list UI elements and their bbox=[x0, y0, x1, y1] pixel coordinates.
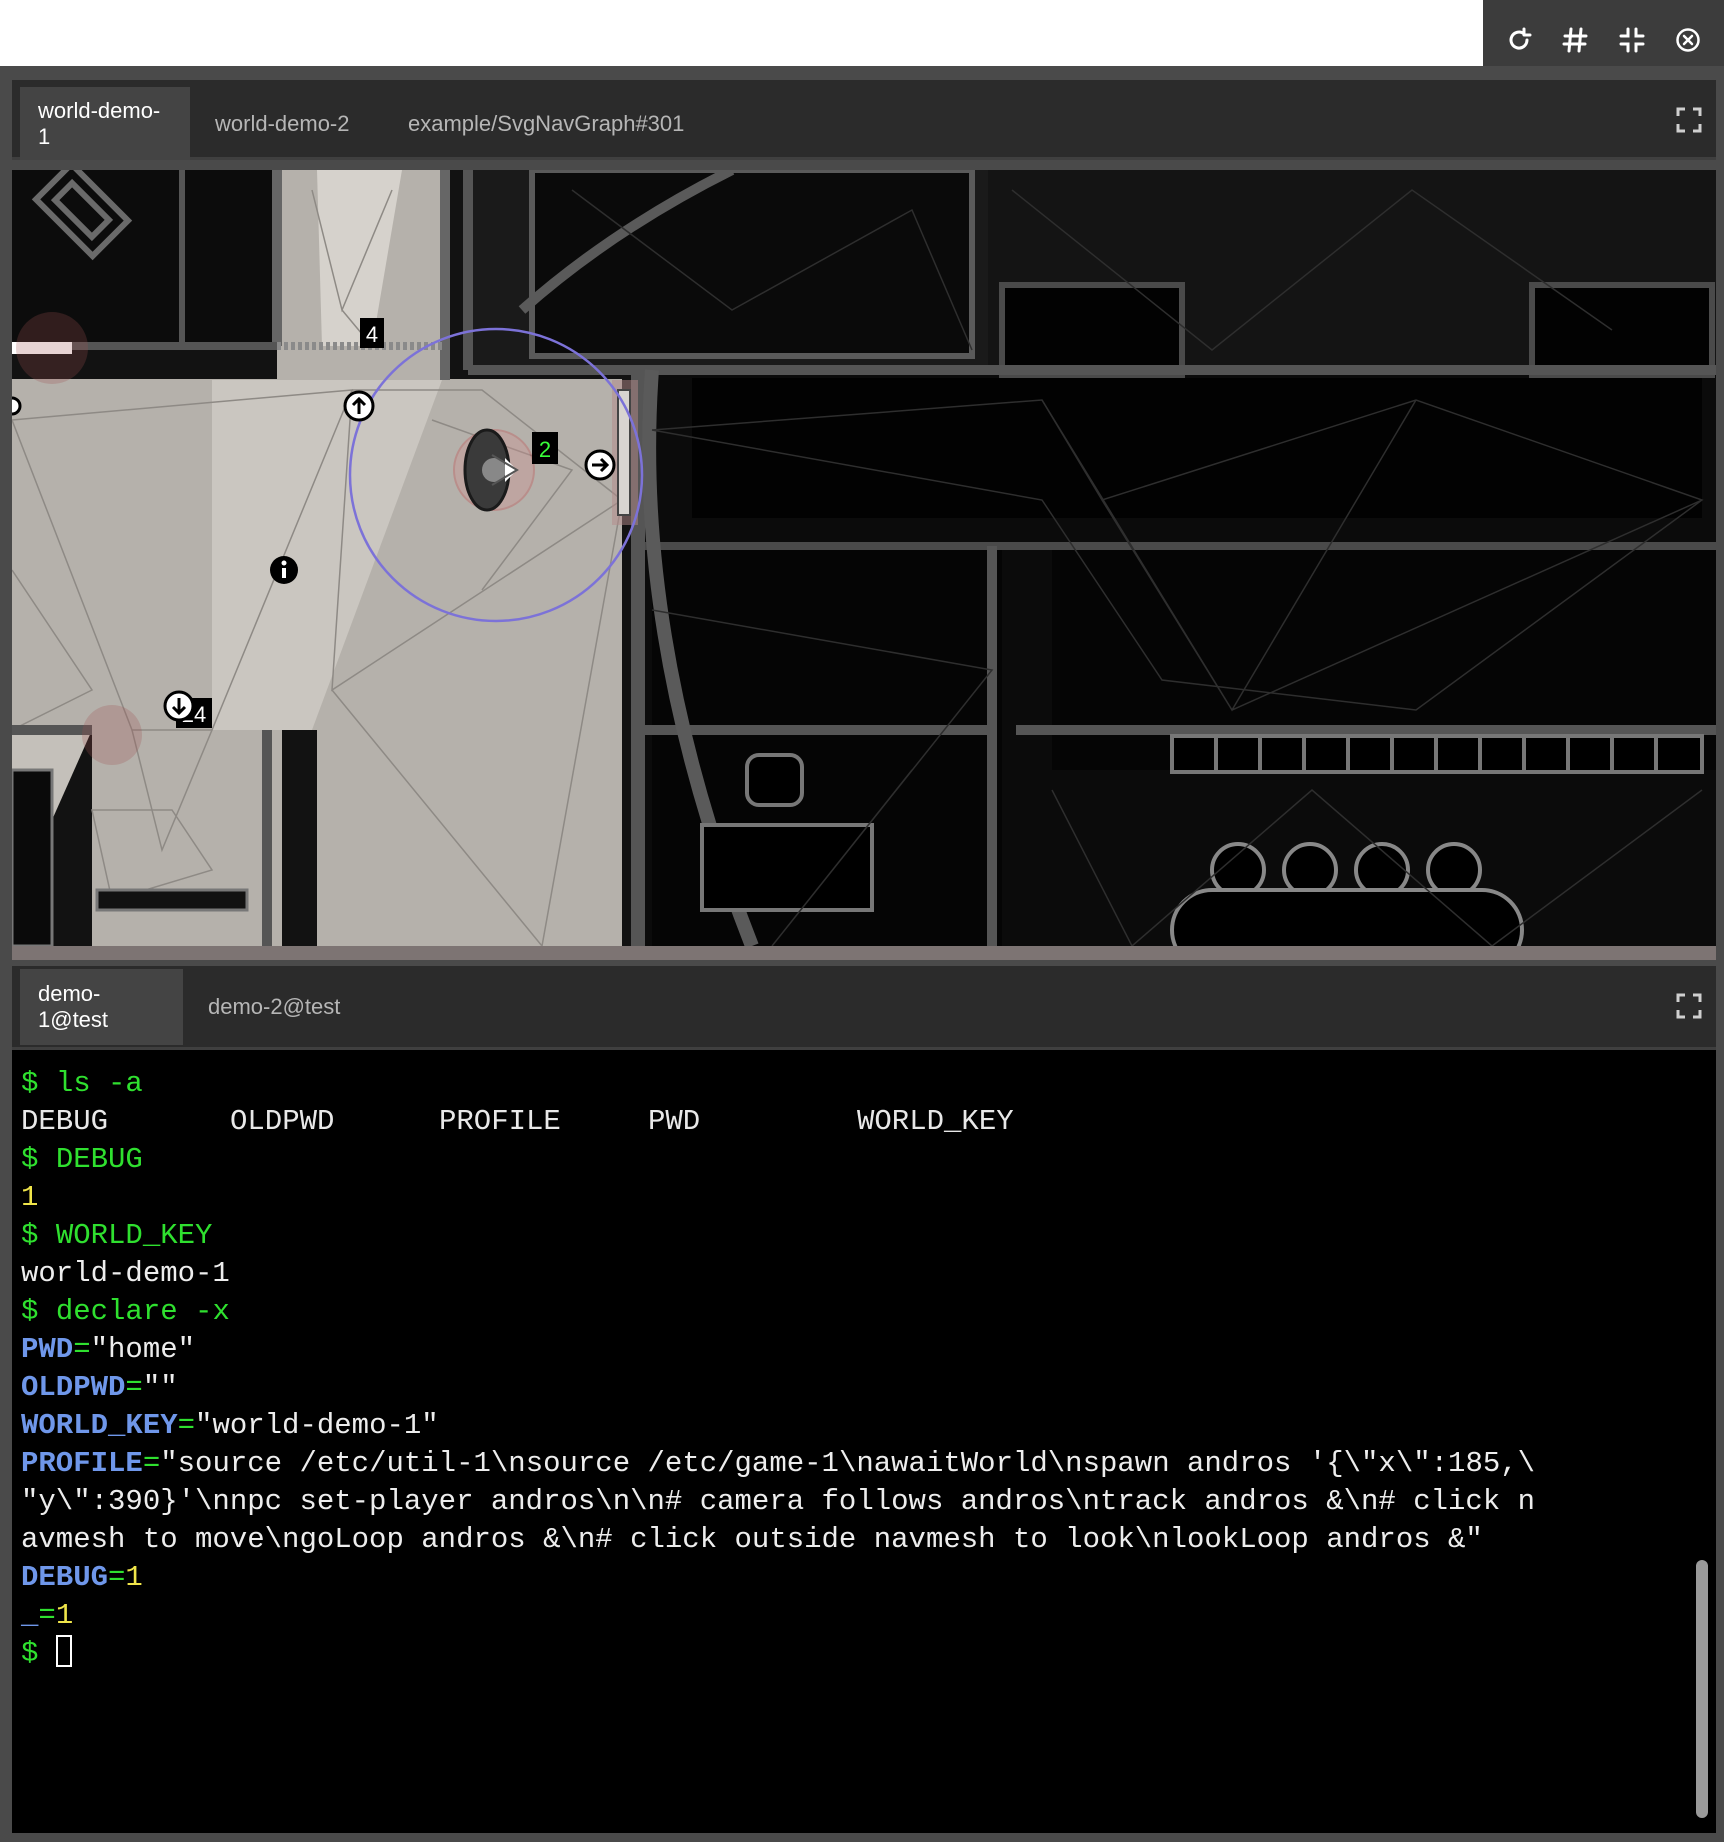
refresh-icon[interactable] bbox=[1499, 20, 1539, 60]
terminal-scrollbar[interactable] bbox=[1696, 1560, 1708, 1818]
world-map[interactable]: 4 2 24 bbox=[12, 170, 1716, 946]
hash-icon[interactable] bbox=[1555, 20, 1595, 60]
ls-item: WORLD_KEY bbox=[857, 1105, 1014, 1138]
prompt: $ bbox=[21, 1637, 39, 1670]
terminal-line: $ declare -x bbox=[21, 1293, 1676, 1331]
door-marker-top[interactable]: 4 bbox=[360, 318, 384, 348]
ls-item: PWD bbox=[648, 1105, 701, 1138]
prompt: $ bbox=[21, 1219, 39, 1252]
var-key: PWD bbox=[21, 1333, 74, 1366]
expand-icon[interactable] bbox=[1676, 993, 1702, 1019]
prompt: $ bbox=[21, 1295, 39, 1328]
terminal-line: avmesh to move\ngoLoop andros &\n# click… bbox=[21, 1521, 1676, 1559]
world-tab-bar: world-demo-1 world-demo-2 example/SvgNav… bbox=[12, 80, 1716, 160]
terminal-line: $ WORLD_KEY bbox=[21, 1217, 1676, 1255]
expand-icon[interactable] bbox=[1676, 107, 1702, 133]
equals: = bbox=[73, 1333, 91, 1366]
command: ls -a bbox=[55, 1067, 143, 1100]
tab-demo-1-test[interactable]: demo-1@test bbox=[20, 969, 183, 1045]
prompt: $ bbox=[21, 1143, 39, 1176]
tab-label: demo-2@test bbox=[208, 994, 341, 1019]
terminal-line: PWD="home" bbox=[21, 1331, 1676, 1369]
ls-item: PROFILE bbox=[439, 1105, 561, 1138]
terminal-line: $ DEBUG bbox=[21, 1141, 1676, 1179]
terminal-line: DEBUG=1 bbox=[21, 1559, 1676, 1597]
var-value: "" bbox=[142, 1371, 178, 1404]
var-key: DEBUG bbox=[21, 1561, 109, 1594]
tab-world-demo-2[interactable]: world-demo-2 bbox=[197, 87, 368, 160]
var-key: WORLD_KEY bbox=[21, 1409, 178, 1442]
tab-label: world-demo-2 bbox=[215, 110, 350, 136]
tab-label: demo-1@test bbox=[38, 981, 109, 1032]
var-value: 1 bbox=[125, 1561, 143, 1594]
tab-label: world-demo-1 bbox=[38, 97, 161, 149]
command: declare -x bbox=[55, 1295, 230, 1328]
terminal-line: PROFILE="source /etc/util-1\nsource /etc… bbox=[21, 1445, 1676, 1483]
terminal-line: DEBUG OLDPWD PROFILE PWD WORLD_KEY bbox=[21, 1103, 1676, 1141]
var-key: PROFILE bbox=[21, 1447, 143, 1480]
terminal-tab-bar: demo-1@test demo-2@test bbox=[12, 966, 1716, 1050]
tab-label: example/SvgNavGraph#301 bbox=[408, 110, 685, 136]
terminal-cursor[interactable] bbox=[55, 1635, 72, 1667]
marker-label-4: 4 bbox=[366, 322, 378, 347]
collapse-icon[interactable] bbox=[1612, 20, 1652, 60]
equals: = bbox=[108, 1561, 126, 1594]
var-value-continued: avmesh to move\ngoLoop andros &\n# click… bbox=[21, 1523, 1483, 1556]
command: WORLD_KEY bbox=[55, 1219, 213, 1252]
var-value: "source /etc/util-1\nsource /etc/game-1\… bbox=[160, 1447, 1536, 1480]
ls-item: DEBUG bbox=[21, 1105, 109, 1138]
var-value: 1 bbox=[55, 1599, 74, 1632]
info-icon[interactable] bbox=[270, 556, 298, 584]
npc-badge[interactable]: 2 bbox=[532, 432, 558, 464]
output: world-demo-1 bbox=[21, 1257, 230, 1290]
navmesh-svg[interactable]: 4 2 24 bbox=[12, 170, 1716, 946]
terminal-line: WORLD_KEY="world-demo-1" bbox=[21, 1407, 1676, 1445]
tab-world-demo-1[interactable]: world-demo-1 bbox=[20, 87, 190, 160]
terminal-line: $ bbox=[21, 1635, 1676, 1673]
equals: = bbox=[142, 1447, 161, 1480]
arrow-right-icon[interactable] bbox=[584, 449, 616, 481]
terminal[interactable]: $ ls -a DEBUG OLDPWD PROFILE PWD WORLD_KEY $ D… bbox=[12, 1050, 1716, 1833]
terminal-line: "y\":390}'\nnpc set-player andros\n\n# c… bbox=[21, 1483, 1676, 1521]
terminal-line: world-demo-1 bbox=[21, 1255, 1676, 1293]
pane-divider[interactable] bbox=[12, 946, 1716, 960]
command: DEBUG bbox=[55, 1143, 143, 1176]
equals: = bbox=[38, 1599, 56, 1632]
terminal-output: $ ls -a DEBUG OLDPWD PROFILE PWD WORLD_KEY $ D… bbox=[21, 1065, 1676, 1673]
var-value: "home" bbox=[90, 1333, 196, 1366]
equals: = bbox=[125, 1371, 143, 1404]
arrow-up-icon[interactable] bbox=[343, 390, 375, 422]
ls-item: OLDPWD bbox=[230, 1105, 335, 1138]
arrow-down-icon[interactable] bbox=[163, 690, 195, 722]
var-key: _ bbox=[21, 1599, 39, 1632]
terminal-line: _=1 bbox=[21, 1597, 1676, 1635]
terminal-line: 1 bbox=[21, 1179, 1676, 1217]
prompt: $ bbox=[21, 1067, 39, 1100]
var-key: OLDPWD bbox=[21, 1371, 126, 1404]
close-circle-icon[interactable] bbox=[1668, 20, 1708, 60]
equals: = bbox=[177, 1409, 196, 1442]
var-value: "world-demo-1" bbox=[195, 1409, 439, 1442]
tab-demo-2-test[interactable]: demo-2@test bbox=[190, 969, 358, 1045]
output: 1 bbox=[21, 1181, 39, 1214]
npc-label-2: 2 bbox=[539, 437, 551, 462]
terminal-line: OLDPWD="" bbox=[21, 1369, 1676, 1407]
tab-example-svgnavgraph[interactable]: example/SvgNavGraph#301 bbox=[390, 87, 702, 160]
terminal-line: $ ls -a bbox=[21, 1065, 1676, 1103]
var-value-continued: "y\":390}'\nnpc set-player andros\n\n# c… bbox=[21, 1485, 1536, 1518]
